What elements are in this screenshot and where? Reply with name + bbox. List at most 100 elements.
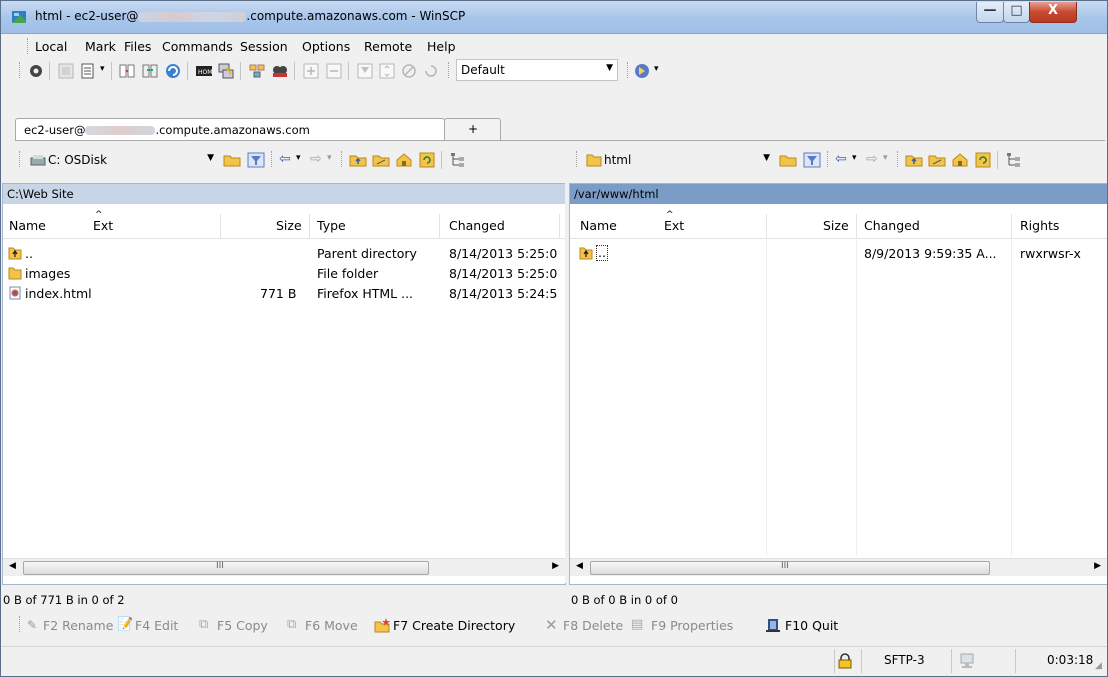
column-separator[interactable]	[856, 214, 857, 238]
unselect-files-icon[interactable]	[325, 62, 343, 80]
back-arrow-icon[interactable]: ⇦	[279, 151, 291, 167]
filter-icon[interactable]	[248, 62, 266, 80]
compare-directories-icon[interactable]	[57, 62, 75, 80]
preferences-gear-icon[interactable]	[27, 62, 45, 80]
synchronize-browsing-icon[interactable]	[118, 62, 136, 80]
scroll-right-icon[interactable]: ▶	[552, 561, 559, 571]
toolbar-grip[interactable]	[341, 151, 344, 167]
tree-view-icon[interactable]	[449, 151, 467, 169]
toolbar-grip[interactable]	[19, 62, 22, 78]
menu-options[interactable]: Options	[302, 39, 350, 54]
scroll-right-icon[interactable]: ▶	[1094, 561, 1101, 571]
table-row[interactable]: index.html 771 B Firefox HTML ... 8/14/2…	[3, 284, 563, 304]
edit-button[interactable]: 📝 F4 Edit	[117, 614, 197, 636]
menu-session[interactable]: Session	[240, 39, 288, 54]
parent-directory-icon[interactable]	[349, 151, 367, 169]
refresh-icon[interactable]	[418, 151, 436, 169]
title-bar[interactable]: html - ec2-user@ .compute.amazonaws.com -…	[1, 1, 1107, 34]
clear-selection-icon[interactable]	[400, 62, 418, 80]
home-directory-icon[interactable]	[395, 151, 413, 169]
forward-dropdown-arrow[interactable]: ▾	[327, 153, 332, 163]
local-horizontal-scrollbar[interactable]: ◀ III ▶	[3, 558, 565, 576]
new-tab-button[interactable]: +	[444, 118, 501, 141]
tree-view-icon[interactable]	[1005, 151, 1023, 169]
putty-icon[interactable]	[217, 62, 235, 80]
open-directory-icon[interactable]	[779, 151, 797, 169]
find-files-icon[interactable]	[271, 62, 289, 80]
forward-arrow-icon[interactable]: ⇨	[866, 151, 878, 167]
menubar-grip[interactable]	[27, 38, 30, 54]
local-pathbar-grip[interactable]	[19, 151, 22, 167]
column-separator[interactable]	[559, 214, 560, 238]
back-arrow-icon[interactable]: ⇦	[835, 151, 847, 167]
remote-path-header[interactable]: /var/www/html	[570, 184, 1107, 204]
tab-session[interactable]: ec2-user@ .compute.amazonaws.com	[15, 118, 445, 141]
column-separator[interactable]	[220, 214, 221, 238]
local-filter-icon[interactable]	[247, 151, 265, 169]
column-size[interactable]: Size	[276, 218, 302, 233]
toolbar-grip[interactable]	[448, 62, 451, 78]
scroll-left-icon[interactable]: ◀	[576, 561, 583, 571]
invert-selection-icon[interactable]	[378, 62, 396, 80]
queue-dropdown-arrow[interactable]: ▾	[100, 64, 105, 74]
close-button[interactable]: X	[1029, 2, 1077, 23]
resize-grip-icon[interactable]: ◢	[1095, 661, 1102, 671]
filter-select-icon[interactable]	[356, 62, 374, 80]
menu-commands[interactable]: Commands	[162, 39, 233, 54]
table-row[interactable]: .. 8/9/2013 9:59:35 A... rwxrwsr-x	[570, 244, 1105, 264]
scrollbar-thumb[interactable]: III	[590, 561, 990, 575]
move-button[interactable]: ⧉ F6 Move	[287, 614, 377, 636]
root-directory-icon[interactable]	[928, 151, 946, 169]
column-size[interactable]: Size	[823, 218, 849, 233]
properties-button[interactable]: ▤ F9 Properties	[631, 614, 761, 636]
column-separator[interactable]	[439, 214, 440, 238]
scrollbar-thumb[interactable]: III	[23, 561, 429, 575]
open-terminal-icon[interactable]: HOM	[195, 62, 213, 80]
create-directory-button[interactable]: F7 Create Directory	[374, 614, 544, 636]
rename-button[interactable]: ✎ F2 Rename	[27, 614, 117, 636]
minimize-button[interactable]: —	[976, 2, 1004, 23]
transfer-settings-dropdown-arrow[interactable]: ▾	[654, 64, 659, 74]
toolbar-grip[interactable]	[271, 151, 274, 167]
fkeys-grip[interactable]	[19, 616, 22, 632]
menu-remote[interactable]: Remote	[364, 39, 412, 54]
root-directory-icon[interactable]	[372, 151, 390, 169]
transfer-settings-select[interactable]: Default ▼	[456, 59, 618, 81]
menu-local[interactable]: Local	[35, 39, 67, 54]
home-directory-icon[interactable]	[951, 151, 969, 169]
menu-help[interactable]: Help	[427, 39, 456, 54]
column-ext[interactable]: Ext	[93, 218, 113, 233]
table-row[interactable]: .. Parent directory 8/14/2013 5:25:0	[3, 244, 563, 264]
toolbar-grip[interactable]	[897, 151, 900, 167]
column-separator[interactable]	[309, 214, 310, 238]
open-directory-icon[interactable]	[223, 151, 241, 169]
remote-horizontal-scrollbar[interactable]: ◀ III ▶	[570, 558, 1107, 576]
delete-button[interactable]: ✕ F8 Delete	[545, 614, 641, 636]
column-separator[interactable]	[766, 214, 767, 238]
local-path-header[interactable]: C:\Web Site	[3, 184, 565, 204]
remote-filter-icon[interactable]	[803, 151, 821, 169]
local-drive-select[interactable]: C: OSDisk ▼	[27, 149, 219, 171]
refresh-icon[interactable]	[164, 62, 182, 80]
column-ext[interactable]: Ext	[664, 218, 684, 233]
parent-directory-icon[interactable]	[905, 151, 923, 169]
back-dropdown-arrow[interactable]: ▾	[296, 153, 301, 163]
quit-button[interactable]: F10 Quit	[765, 614, 855, 636]
back-dropdown-arrow[interactable]: ▾	[852, 153, 857, 163]
queue-icon[interactable]	[79, 62, 97, 80]
synchronize-icon[interactable]	[141, 62, 159, 80]
select-files-icon[interactable]	[302, 62, 320, 80]
column-type[interactable]: Type	[317, 218, 346, 233]
forward-dropdown-arrow[interactable]: ▾	[883, 153, 888, 163]
restore-selection-icon[interactable]	[422, 62, 440, 80]
maximize-button[interactable]: □	[1003, 2, 1030, 23]
menu-files[interactable]: Files	[124, 39, 151, 54]
refresh-icon[interactable]	[974, 151, 992, 169]
column-changed[interactable]: Changed	[449, 218, 505, 233]
column-separator[interactable]	[1011, 214, 1012, 238]
remote-directory-select[interactable]: html ▼	[583, 149, 775, 171]
column-changed[interactable]: Changed	[864, 218, 920, 233]
menu-mark[interactable]: Mark	[85, 39, 116, 54]
toolbar-grip[interactable]	[627, 62, 630, 78]
copy-button[interactable]: ⧉ F5 Copy	[199, 614, 285, 636]
